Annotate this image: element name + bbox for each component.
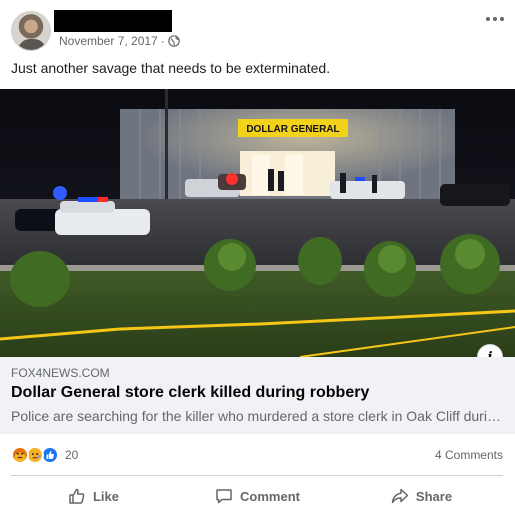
link-domain: FOX4NEWS.COM: [11, 366, 110, 380]
post-text: Just another savage that needs to be ext…: [11, 60, 331, 76]
link-description: Police are searching for the killer who …: [11, 408, 503, 424]
angry-icon: [11, 446, 29, 464]
comment-icon: [216, 489, 232, 504]
share-label: Share: [415, 488, 453, 504]
comment-button[interactable]: Comment: [175, 480, 339, 512]
redacted-author-name: [54, 10, 172, 32]
like-button[interactable]: Like: [11, 480, 175, 512]
post-actions: Like Comment Share: [11, 480, 503, 512]
share-button[interactable]: Share: [339, 480, 503, 512]
divider: [11, 475, 503, 476]
comment-label: Comment: [240, 488, 300, 504]
like-label: Like: [92, 488, 119, 504]
post-header: November 7, 2017 ·: [0, 0, 515, 56]
post-timestamp[interactable]: November 7, 2017: [59, 34, 158, 48]
reaction-count: 20: [65, 448, 79, 462]
link-preview-image[interactable]: DOLLAR GENERAL: [0, 89, 515, 357]
meta-separator: ·: [160, 34, 165, 48]
store-sign-text: DOLLAR GENERAL: [246, 124, 339, 135]
share-arrow-icon: [391, 488, 409, 504]
more-options-icon[interactable]: [483, 8, 507, 30]
globe-icon: [167, 35, 180, 47]
reactions-summary[interactable]: 20: [11, 446, 78, 464]
link-title[interactable]: Dollar General store clerk killed during…: [11, 384, 369, 402]
link-preview[interactable]: FOX4NEWS.COM Dollar General store clerk …: [0, 357, 515, 434]
thumbs-up-icon: [69, 488, 85, 504]
comments-count[interactable]: 4 Comments: [435, 448, 503, 462]
avatar[interactable]: [11, 11, 51, 51]
post-meta: November 7, 2017 ·: [59, 34, 180, 48]
